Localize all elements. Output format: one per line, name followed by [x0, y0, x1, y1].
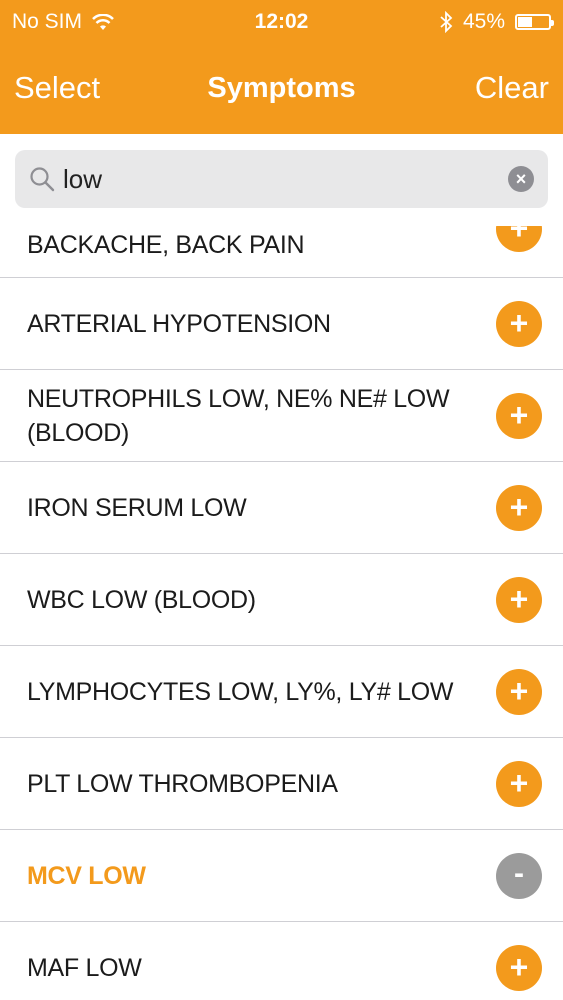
- clear-button[interactable]: Clear: [475, 70, 549, 106]
- add-symptom-button[interactable]: +: [496, 393, 542, 439]
- list-item-label: IRON SERUM LOW: [27, 494, 247, 522]
- add-symptom-button[interactable]: +: [496, 669, 542, 715]
- remove-symptom-button[interactable]: -: [496, 853, 542, 899]
- add-symptom-button[interactable]: +: [496, 761, 542, 807]
- list-item[interactable]: WBC LOW (BLOOD) +: [0, 554, 563, 646]
- nav-bar: Select Symptoms Clear: [0, 58, 563, 118]
- list-item[interactable]: IRON SERUM LOW +: [0, 462, 563, 554]
- list-item[interactable]: NEUTROPHILS LOW, NE% NE# LOW (BLOOD) +: [0, 370, 563, 462]
- add-symptom-button[interactable]: +: [496, 485, 542, 531]
- add-symptom-button[interactable]: +: [496, 945, 542, 991]
- battery-percent: 45%: [462, 10, 505, 33]
- add-symptom-button[interactable]: +: [496, 301, 542, 347]
- list-item[interactable]: PLT LOW THROMBOPENIA +: [0, 738, 563, 830]
- list-item-label: MCV LOW: [27, 862, 146, 890]
- list-item-label: LYMPHOCYTES LOW, LY%, LY# LOW: [27, 678, 454, 706]
- list-item-label: WBC LOW (BLOOD): [27, 586, 256, 614]
- list-item-label: BACKACHE, BACK PAIN: [27, 231, 305, 259]
- list-item-label: PLT LOW THROMBOPENIA: [27, 770, 338, 798]
- search-box[interactable]: ×: [15, 150, 548, 208]
- add-symptom-button[interactable]: +: [496, 226, 542, 252]
- list-item-label: MAF LOW: [27, 954, 142, 982]
- list-item[interactable]: MCV LOW -: [0, 830, 563, 922]
- search-bar: ×: [0, 134, 563, 226]
- symptoms-screen: No SIM 12:02 45% Select Symptoms Clear l…: [0, 0, 563, 1000]
- battery-icon: [515, 14, 554, 30]
- bluetooth-icon: [440, 11, 453, 33]
- list-item[interactable]: BACKACHE, BACK PAIN +: [0, 226, 563, 278]
- add-symptom-button[interactable]: +: [496, 577, 542, 623]
- symptom-list: BACKACHE, BACK PAIN + ARTERIAL HYPOTENSION…: [0, 226, 563, 1000]
- battery-level: [518, 17, 532, 27]
- list-item-label: ARTERIAL HYPOTENSION: [27, 310, 331, 338]
- list-item-label: NEUTROPHILS LOW, NE% NE# LOW (BLOOD): [27, 385, 450, 447]
- list-item[interactable]: ARTERIAL HYPOTENSION +: [0, 278, 563, 370]
- status-right: 45%: [439, 10, 554, 34]
- search-input[interactable]: [63, 158, 493, 200]
- status-bar: No SIM 12:02 45%: [0, 0, 563, 44]
- search-icon: [30, 167, 55, 192]
- list-item[interactable]: LYMPHOCYTES LOW, LY%, LY# LOW +: [0, 646, 563, 738]
- header: No SIM 12:02 45% Select Symptoms Clear: [0, 0, 563, 134]
- clear-search-icon[interactable]: ×: [508, 166, 534, 192]
- list-item[interactable]: MAF LOW +: [0, 922, 563, 1000]
